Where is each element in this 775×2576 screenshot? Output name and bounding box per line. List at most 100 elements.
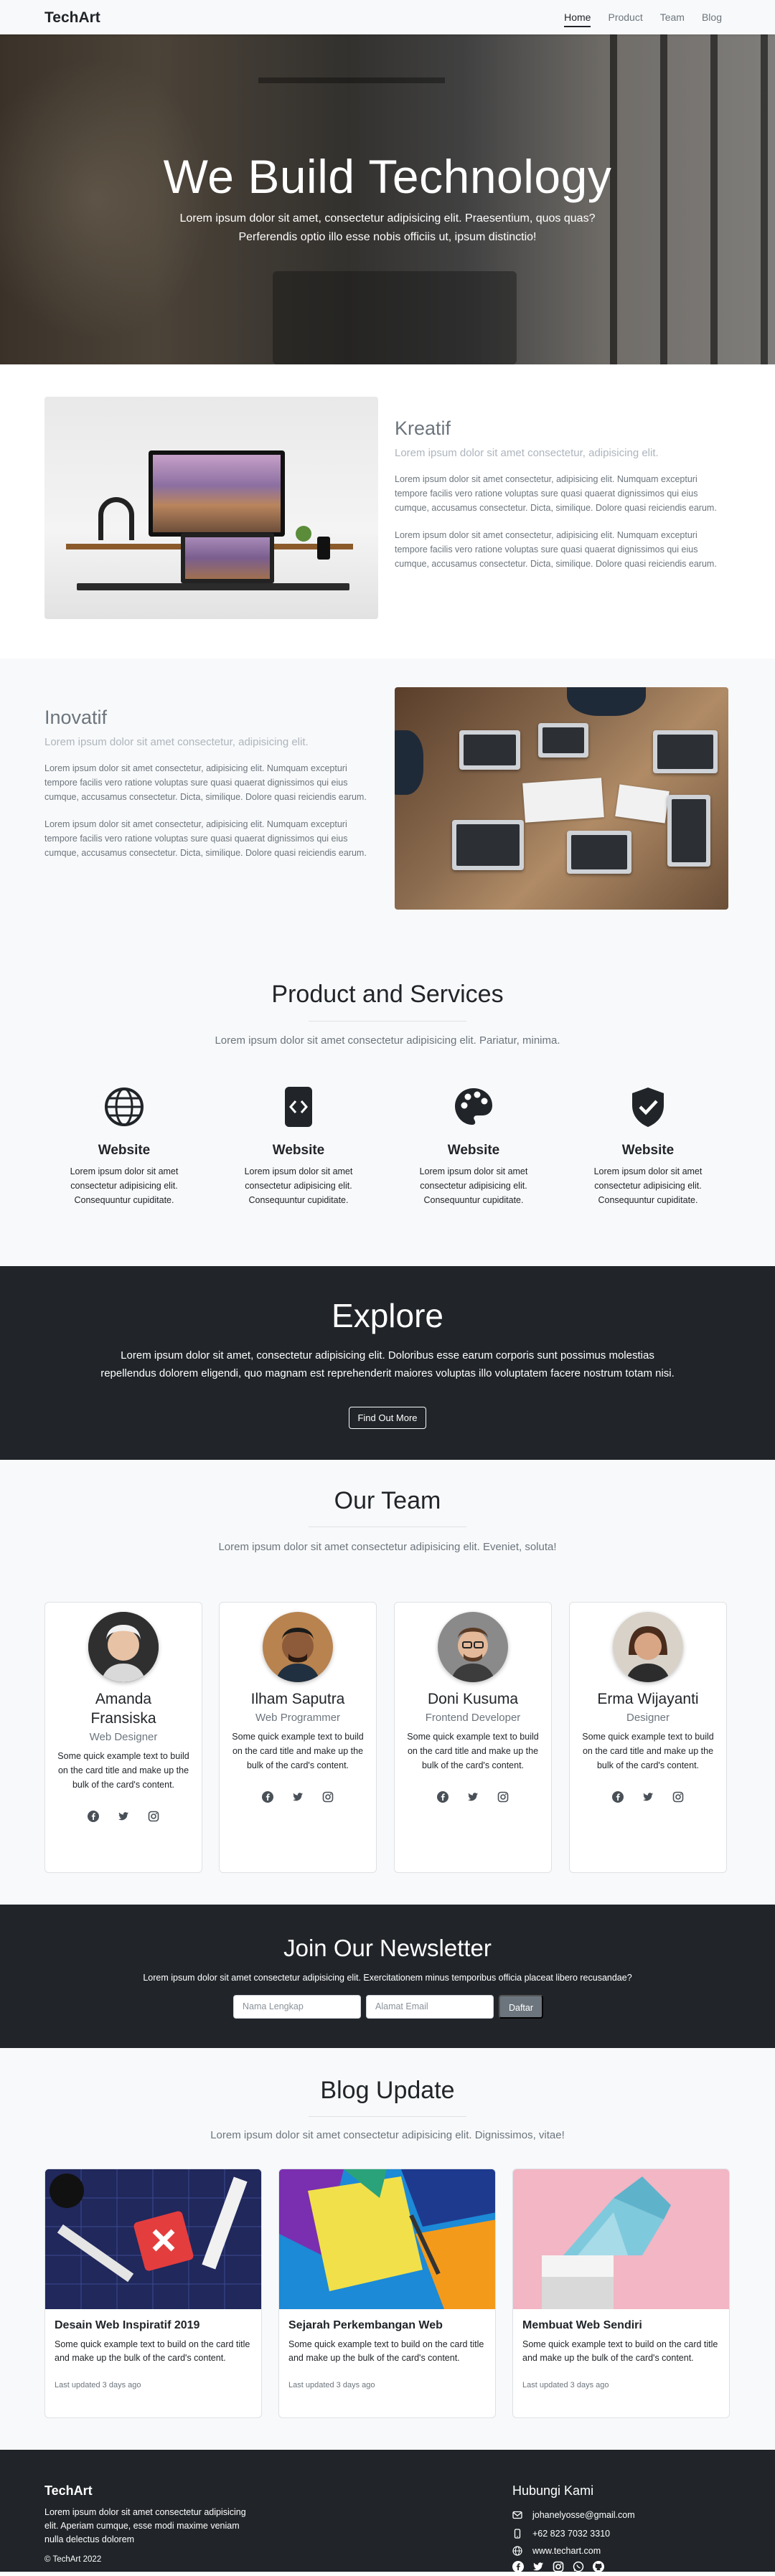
contact-phone-text[interactable]: +62 823 7032 3310 bbox=[532, 2529, 610, 2539]
service-text: Lorem ipsum dolor sit amet consectetur a… bbox=[419, 1166, 528, 1205]
avatar bbox=[88, 1612, 159, 1682]
service-text: Lorem ipsum dolor sit amet consectetur a… bbox=[593, 1166, 703, 1205]
member-role: Web Programmer bbox=[255, 1712, 341, 1724]
blog-title[interactable]: Membuat Web Sendiri bbox=[522, 2319, 729, 2332]
team-card: Erma Wijayanti Designer Some quick examp… bbox=[569, 1602, 727, 1873]
nav-link-home[interactable]: Home bbox=[555, 0, 599, 34]
facebook-icon[interactable] bbox=[88, 1811, 99, 1822]
team-card: Doni Kusuma Frontend Developer Some quic… bbox=[394, 1602, 552, 1873]
section-lead: Lorem ipsum dolor sit amet consectetur a… bbox=[218, 1541, 557, 1553]
social-links bbox=[570, 1791, 726, 1803]
tablet-shape bbox=[667, 795, 710, 867]
service-text: Lorem ipsum dolor sit amet consectetur a… bbox=[70, 1166, 179, 1205]
feature-lead: Lorem ipsum dolor sit amet consectetur, … bbox=[44, 736, 309, 748]
contact-email[interactable]: johanelyosse@gmail.com bbox=[512, 2510, 635, 2520]
instagram-icon[interactable] bbox=[553, 2561, 564, 2572]
github-icon[interactable] bbox=[593, 2561, 604, 2572]
contact-title: Hubungi Kami bbox=[512, 2483, 594, 2498]
section-divider bbox=[309, 1021, 466, 1022]
member-role: Designer bbox=[626, 1712, 670, 1724]
blog-card[interactable]: Membuat Web Sendiri Some quick example t… bbox=[512, 2169, 730, 2418]
nav-links: Home Product Team Blog bbox=[555, 0, 731, 34]
whatsapp-icon[interactable] bbox=[573, 2561, 584, 2572]
instagram-icon[interactable] bbox=[672, 1791, 684, 1803]
headphone-shape bbox=[98, 497, 134, 540]
laptop-shape bbox=[181, 533, 274, 583]
hero-content: We Build Technology Lorem ipsum dolor si… bbox=[0, 149, 775, 247]
blog-title[interactable]: Desain Web Inspiratif 2019 bbox=[55, 2319, 261, 2332]
instagram-icon[interactable] bbox=[497, 1791, 509, 1803]
feature-paragraph: Lorem ipsum dolor sit amet consectetur, … bbox=[395, 530, 717, 569]
blog-card[interactable]: Sejarah Perkembangan Web Some quick exam… bbox=[278, 2169, 496, 2418]
blog-meta: Last updated 3 days ago bbox=[55, 2381, 141, 2389]
member-name-line2: Fransiska bbox=[90, 1710, 156, 1727]
explore-section: Explore Lorem ipsum dolor sit amet, cons… bbox=[0, 1266, 775, 1460]
feature-title: Kreatif bbox=[395, 417, 451, 439]
member-name: Amanda Fransiska bbox=[45, 1689, 202, 1728]
shield-check-icon bbox=[626, 1085, 670, 1128]
member-name-line1: Amanda bbox=[95, 1691, 152, 1707]
blog-image bbox=[279, 2169, 495, 2309]
monitor-shape bbox=[149, 450, 285, 537]
twitter-icon[interactable] bbox=[292, 1791, 304, 1803]
feature-paragraph: Lorem ipsum dolor sit amet consectetur, … bbox=[44, 819, 367, 858]
services-section: Product and Services Lorem ipsum dolor s… bbox=[0, 950, 775, 1266]
navbar: TechArt Home Product Team Blog bbox=[0, 0, 775, 34]
twitter-icon[interactable] bbox=[467, 1791, 479, 1803]
member-name: Ilham Saputra bbox=[250, 1691, 345, 1707]
find-out-more-button[interactable]: Find Out More bbox=[349, 1407, 426, 1429]
feature-paragraph: Lorem ipsum dolor sit amet consectetur, … bbox=[395, 474, 717, 513]
phone-shape bbox=[317, 537, 330, 560]
member-text: Some quick example text to build on the … bbox=[57, 1751, 189, 1790]
blog-title[interactable]: Sejarah Perkembangan Web bbox=[288, 2319, 495, 2332]
nav-link-blog[interactable]: Blog bbox=[693, 0, 731, 34]
contact-website[interactable]: www.techart.com bbox=[512, 2546, 601, 2556]
service-title: Website bbox=[98, 1143, 151, 1158]
instagram-icon[interactable] bbox=[322, 1791, 334, 1803]
nav-link-product[interactable]: Product bbox=[599, 0, 651, 34]
service-card: Website Lorem ipsum dolor sit amet conse… bbox=[227, 1085, 370, 1207]
person-shape bbox=[567, 687, 646, 716]
email-input[interactable]: Alamat Email bbox=[366, 1995, 494, 2019]
laptop-shape bbox=[567, 831, 631, 874]
nav-link-team[interactable]: Team bbox=[652, 0, 693, 34]
instagram-icon[interactable] bbox=[148, 1811, 159, 1822]
brand-logo[interactable]: TechArt bbox=[44, 9, 100, 27]
laptop-shape bbox=[452, 820, 524, 870]
meeting-image bbox=[395, 687, 728, 910]
desk-base-shape bbox=[77, 583, 349, 590]
name-input[interactable]: Nama Lengkap bbox=[233, 1995, 361, 2019]
contact-phone[interactable]: +62 823 7032 3310 bbox=[512, 2529, 610, 2539]
service-title: Website bbox=[272, 1143, 325, 1158]
member-name: Erma Wijayanti bbox=[597, 1691, 699, 1707]
hero-subtitle-line1: Lorem ipsum dolor sit amet, consectetur … bbox=[179, 212, 596, 225]
service-title: Website bbox=[447, 1143, 500, 1158]
blog-text: Some quick example text to build on the … bbox=[55, 2339, 250, 2363]
footer: TechArt Lorem ipsum dolor sit amet conse… bbox=[0, 2450, 775, 2572]
hero-subtitle-line2: Perferendis optio illo esse nobis offici… bbox=[238, 231, 537, 243]
laptop-shape bbox=[653, 730, 718, 773]
facebook-icon[interactable] bbox=[437, 1791, 448, 1803]
contact-email-text[interactable]: johanelyosse@gmail.com bbox=[532, 2510, 635, 2520]
contact-website-text[interactable]: www.techart.com bbox=[532, 2546, 601, 2556]
blog-card[interactable]: Desain Web Inspiratif 2019 Some quick ex… bbox=[44, 2169, 262, 2418]
facebook-icon[interactable] bbox=[612, 1791, 624, 1803]
laptop-shape bbox=[538, 723, 588, 758]
twitter-icon[interactable] bbox=[532, 2561, 544, 2572]
paper-shape bbox=[522, 778, 604, 823]
twitter-icon[interactable] bbox=[118, 1811, 129, 1822]
section-title: Blog Update bbox=[320, 2077, 455, 2104]
twitter-icon[interactable] bbox=[642, 1791, 654, 1803]
service-card: Website Lorem ipsum dolor sit amet conse… bbox=[52, 1085, 196, 1207]
footer-copyright: © TechArt 2022 bbox=[44, 2555, 102, 2564]
member-text: Some quick example text to build on the … bbox=[582, 1732, 714, 1770]
facebook-icon[interactable] bbox=[262, 1791, 273, 1803]
service-card: Website Lorem ipsum dolor sit amet conse… bbox=[576, 1085, 720, 1207]
hero-section: We Build Technology Lorem ipsum dolor si… bbox=[0, 34, 775, 364]
blog-meta: Last updated 3 days ago bbox=[288, 2381, 375, 2389]
section-lead: Lorem ipsum dolor sit amet consectetur a… bbox=[215, 1034, 560, 1047]
subscribe-button[interactable]: Daftar bbox=[499, 1995, 543, 2019]
facebook-icon[interactable] bbox=[512, 2561, 524, 2572]
feature-title: Inovatif bbox=[44, 707, 108, 728]
feature-paragraph: Lorem ipsum dolor sit amet consectetur, … bbox=[44, 763, 367, 802]
